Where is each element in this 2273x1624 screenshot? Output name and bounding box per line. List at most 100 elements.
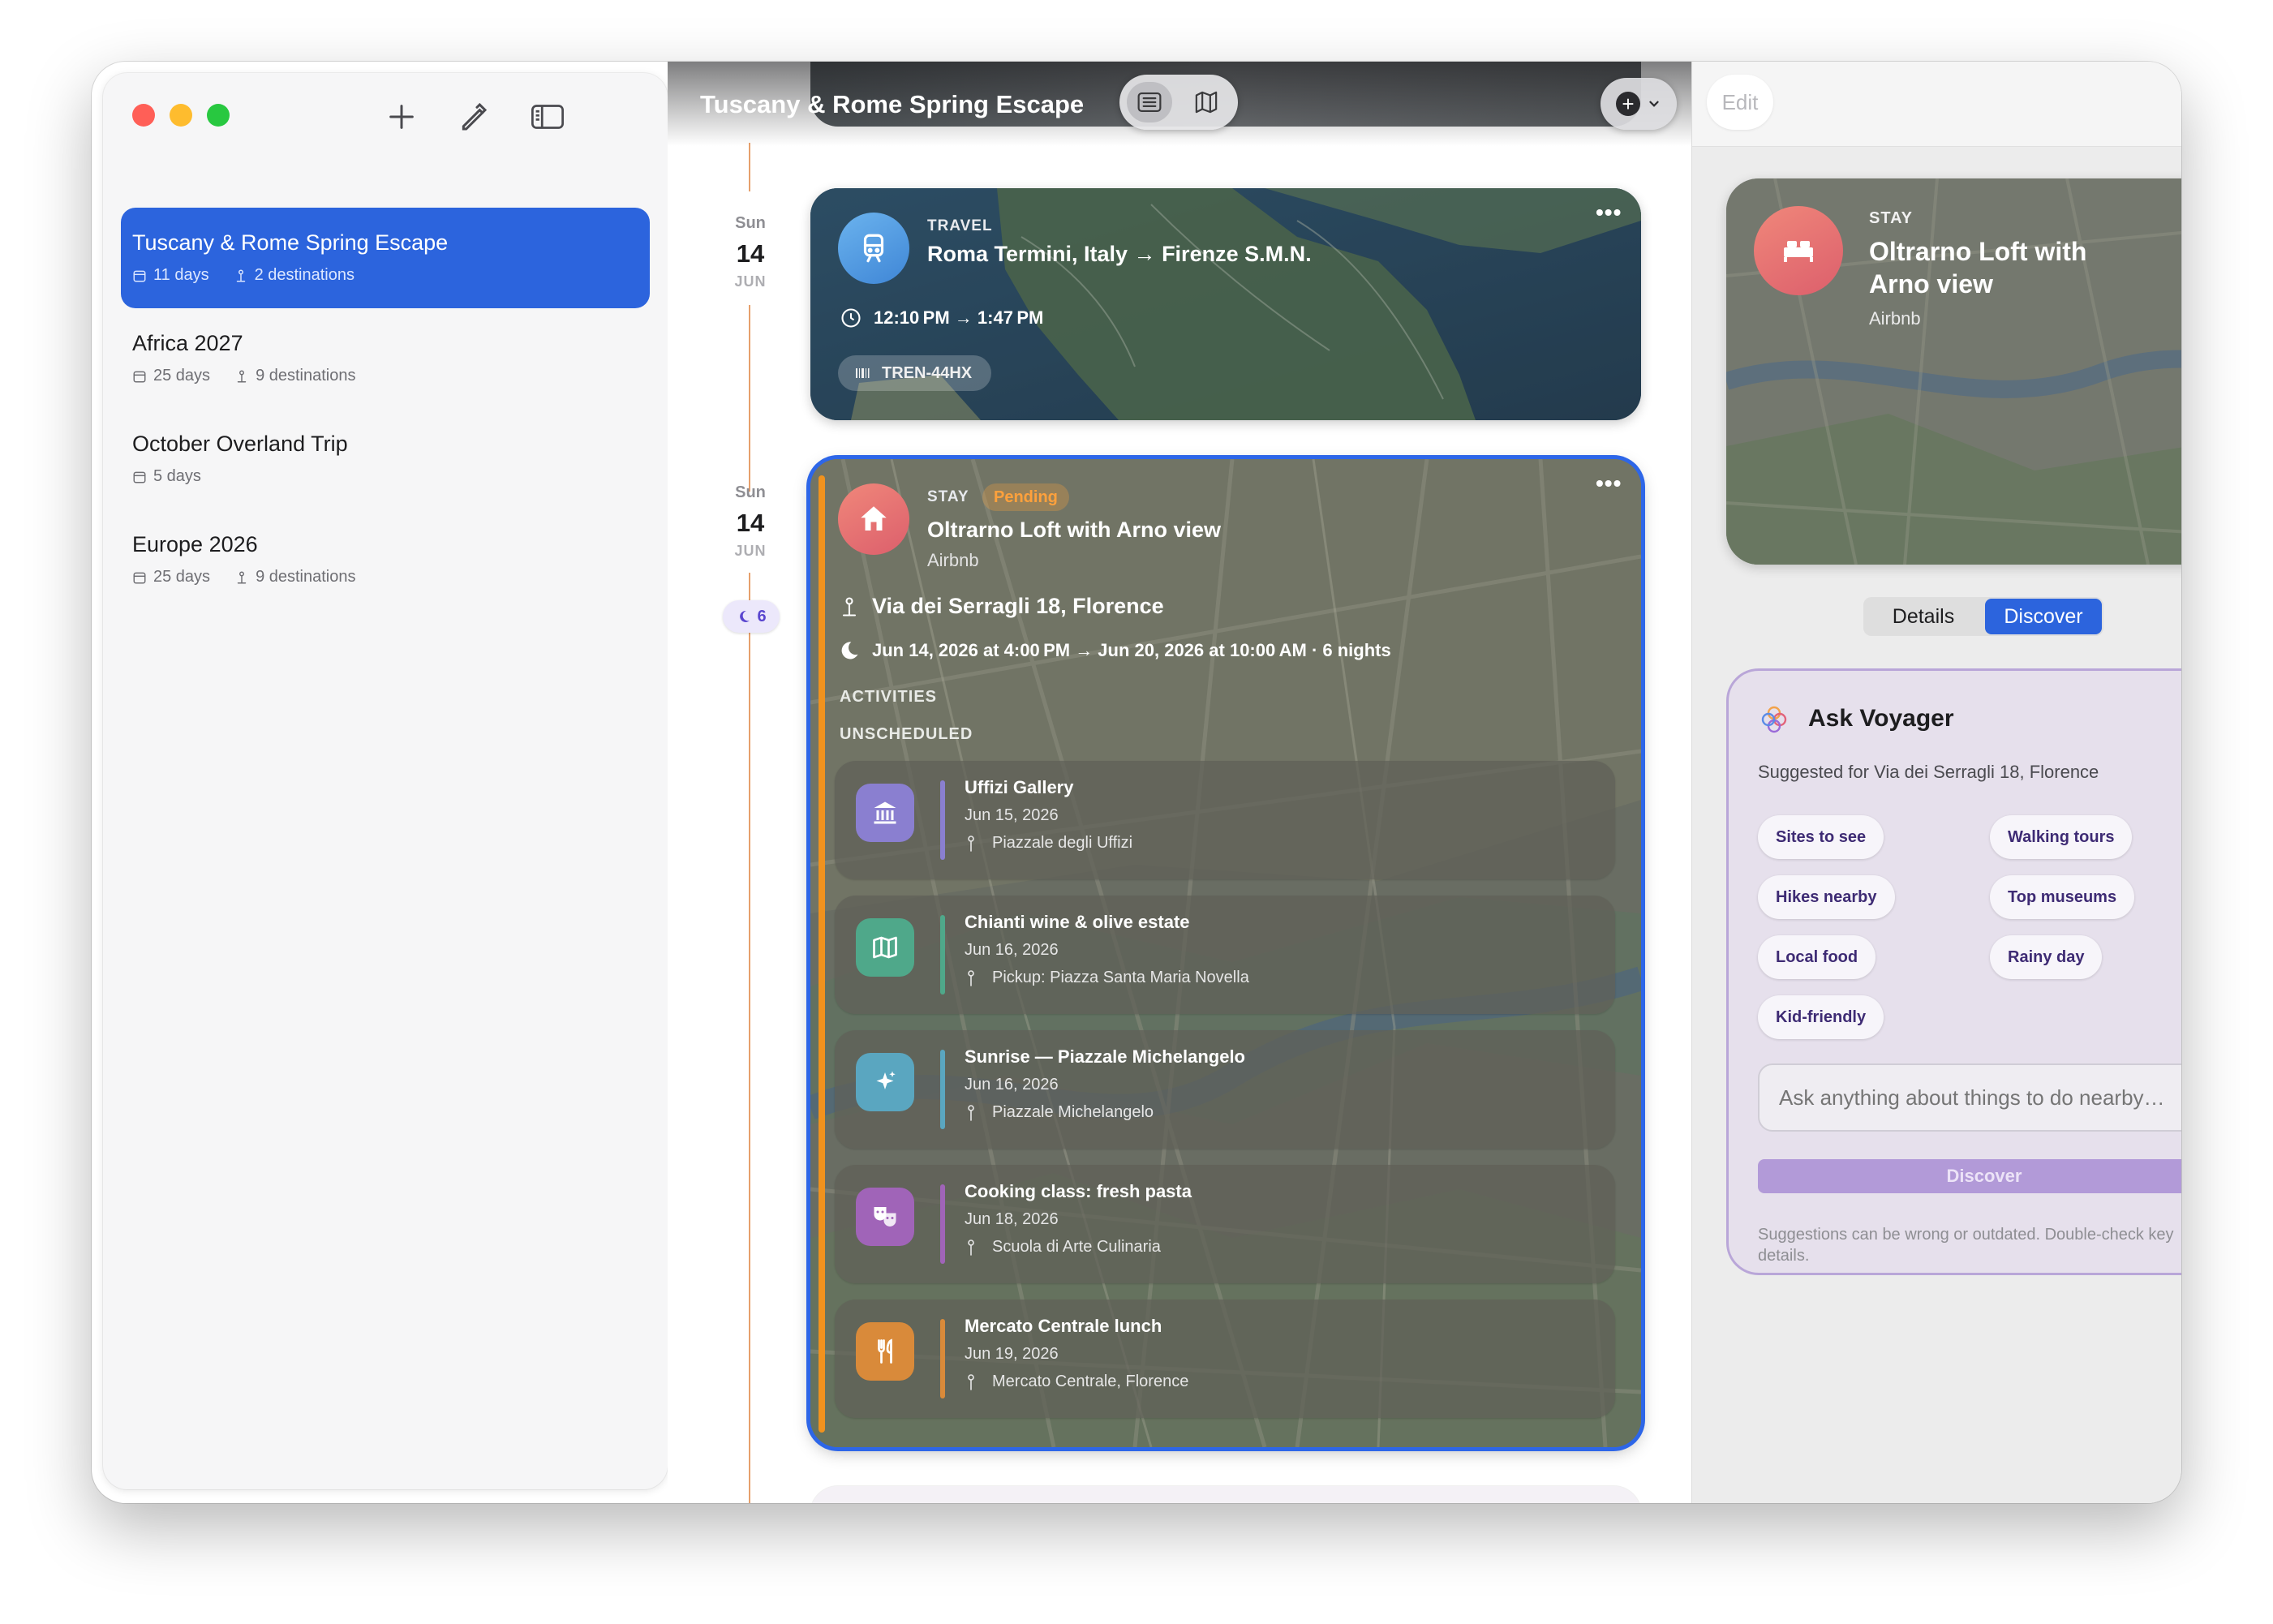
minimize-window-button[interactable] <box>170 104 192 127</box>
stay-card[interactable]: STAY Pending Oltrarno Loft with Arno vie… <box>810 459 1641 1447</box>
trip-days: 11 days <box>153 266 209 284</box>
moon-icon <box>740 610 750 622</box>
add-item-menu-button[interactable]: + <box>1601 78 1677 130</box>
inspector-tabs: Details Discover <box>1863 597 2103 636</box>
activity-color-bar <box>940 1050 945 1129</box>
activity-color-bar <box>940 915 945 995</box>
unscheduled-heading: UNSCHEDULED <box>840 725 973 743</box>
trip-item-tuscany[interactable]: Tuscany & Rome Spring Escape 11 days 2 d… <box>121 208 650 308</box>
inspector-pane: Edit STAY Oltrarno Loft with Arno view A… <box>1691 62 2181 1503</box>
activity-card[interactable]: Mercato Centrale lunch Jun 19, 2026 Merc… <box>835 1300 1615 1418</box>
list-view-button[interactable] <box>1127 82 1172 122</box>
activity-title: Mercato Centrale lunch <box>965 1316 1162 1336</box>
activity-card[interactable]: Sunrise — Piazzale Michelangelo Jun 16, … <box>835 1030 1615 1149</box>
voyager-query-input[interactable] <box>1758 1063 2181 1132</box>
trip-destinations: 2 destinations <box>254 266 354 284</box>
sparkles-icon <box>876 1071 896 1089</box>
trip-window-title: Tuscany & Rome Spring Escape <box>700 90 1085 118</box>
activity-title: Chianti wine & olive estate <box>965 912 1190 932</box>
activity-location-row: Mercato Centrale, Florence <box>965 1373 1188 1391</box>
toggle-sidebar-button[interactable] <box>530 101 565 133</box>
ask-voyager-panel: Ask Voyager Suggested for Via dei Serrag… <box>1726 668 2181 1275</box>
stay-address: Via dei Serragli 18, Florence <box>872 594 1164 618</box>
stay-provider: Airbnb <box>1869 308 1921 329</box>
map-icon <box>1195 91 1218 114</box>
house-icon <box>861 506 887 531</box>
activity-location-row: Scuola di Arte Culinaria <box>965 1238 1161 1257</box>
stay-more-button[interactable]: ••• <box>1596 470 1622 496</box>
trip-days: 25 days <box>153 367 211 385</box>
travel-time-row: 12:10 PM → 1:47 PM <box>840 307 1043 329</box>
trip-days: 25 days <box>153 568 211 586</box>
zoom-window-button[interactable] <box>207 104 230 127</box>
travel-card[interactable]: TRAVEL Roma Termini, Italy → Firenze S.M… <box>810 188 1641 420</box>
trip-meta: 11 days 2 destinations <box>132 266 354 285</box>
stay-provider: Airbnb <box>927 550 979 570</box>
suggestion-chip[interactable]: Hikes nearby <box>1758 875 1895 919</box>
activity-card[interactable]: Chianti wine & olive estate Jun 16, 2026… <box>835 896 1615 1014</box>
activity-card[interactable]: Cooking class: fresh pasta Jun 18, 2026 … <box>835 1165 1615 1283</box>
trip-meta: 25 days 9 destinations <box>132 568 355 586</box>
voyager-disclaimer: Suggestions can be wrong or outdated. Do… <box>1758 1226 2174 1265</box>
voyager-sparkle-icon <box>1761 706 1787 733</box>
train-icon-badge <box>838 213 909 284</box>
trip-item-europe[interactable]: Europe 2026 25 days 9 destinations <box>121 509 650 610</box>
tab-details[interactable]: Details <box>1865 599 1982 634</box>
activity-location: Scuola di Arte Culinaria <box>992 1238 1161 1256</box>
stay-kind-label: STAY <box>927 488 969 505</box>
museum-icon-badge <box>856 784 914 842</box>
trip-meta: 25 days 9 destinations <box>132 367 355 385</box>
map-view-button[interactable] <box>1184 82 1229 122</box>
timeline-line <box>749 143 750 191</box>
stay-title: Oltrarno Loft with Arno view <box>927 518 1221 542</box>
calendar-icon <box>133 270 146 281</box>
activity-color-bar <box>940 1184 945 1264</box>
activity-card[interactable]: Uffizi Gallery Jun 15, 2026 Piazzale deg… <box>835 761 1615 879</box>
date-month: JUN <box>734 543 767 559</box>
house-icon-badge <box>838 483 909 555</box>
voyager-subtitle: Suggested for Via dei Serragli 18, Flore… <box>1758 762 2099 782</box>
add-trip-button[interactable] <box>385 101 418 133</box>
suggestion-chip[interactable]: Rainy day <box>1990 935 2103 979</box>
calendar-icon <box>133 471 146 483</box>
suggestion-chip[interactable]: Sites to see <box>1758 815 1884 859</box>
stay-dates: Jun 14, 2026 at 4:00 PM → Jun 20, 2026 a… <box>872 640 1391 660</box>
discover-button[interactable]: Discover <box>1758 1159 2181 1193</box>
pin-icon <box>968 835 974 852</box>
pin-icon <box>237 370 247 382</box>
suggestion-chip[interactable]: Walking tours <box>1990 815 2133 859</box>
timeline-line <box>749 305 750 492</box>
activity-location: Piazzale Michelangelo <box>992 1103 1154 1121</box>
edit-button[interactable]: Edit <box>1707 75 1773 130</box>
next-itinerary-card[interactable] <box>810 1486 1641 1503</box>
sparkles-icon-badge <box>856 1053 914 1111</box>
activity-location: Mercato Centrale, Florence <box>992 1373 1189 1390</box>
pending-status-badge: Pending <box>982 483 1069 511</box>
map-icon-badge <box>856 918 914 977</box>
trip-destinations: 9 destinations <box>256 367 356 385</box>
bed-icon-badge <box>1754 206 1843 295</box>
suggestion-chip[interactable]: Local food <box>1758 935 1876 979</box>
edit-trip-button[interactable] <box>457 101 489 133</box>
close-window-button[interactable] <box>132 104 155 127</box>
trip-item-africa[interactable]: Africa 2027 25 days 9 destinations <box>121 308 650 409</box>
stay-accent-bar <box>819 475 825 1433</box>
calendar-icon <box>133 572 146 583</box>
plus-circle-icon: + <box>1616 92 1640 116</box>
itinerary-pane: Sun 14 JUN Sun 14 JUN 6 TRAVEL Roma Term… <box>668 62 1691 1503</box>
travel-route: Roma Termini, Italy → Firenze S.M.N. <box>927 242 1312 266</box>
map-icon <box>873 936 897 959</box>
fork-knife-icon <box>878 1338 892 1364</box>
activity-title: Cooking class: fresh pasta <box>965 1181 1192 1201</box>
suggestion-chip[interactable]: Kid-friendly <box>1758 995 1884 1039</box>
date-weekday: Sun <box>735 214 766 232</box>
travel-more-button[interactable]: ••• <box>1596 200 1622 226</box>
date-marker: Sun 14 JUN <box>716 214 784 290</box>
date-weekday: Sun <box>735 483 766 501</box>
sidebar-icon <box>531 105 564 129</box>
tab-discover[interactable]: Discover <box>1985 599 2102 634</box>
pin-icon <box>968 1373 974 1390</box>
trip-item-october[interactable]: October Overland Trip 5 days <box>121 409 650 509</box>
moon-icon <box>841 642 858 659</box>
suggestion-chip[interactable]: Top museums <box>1990 875 2135 919</box>
